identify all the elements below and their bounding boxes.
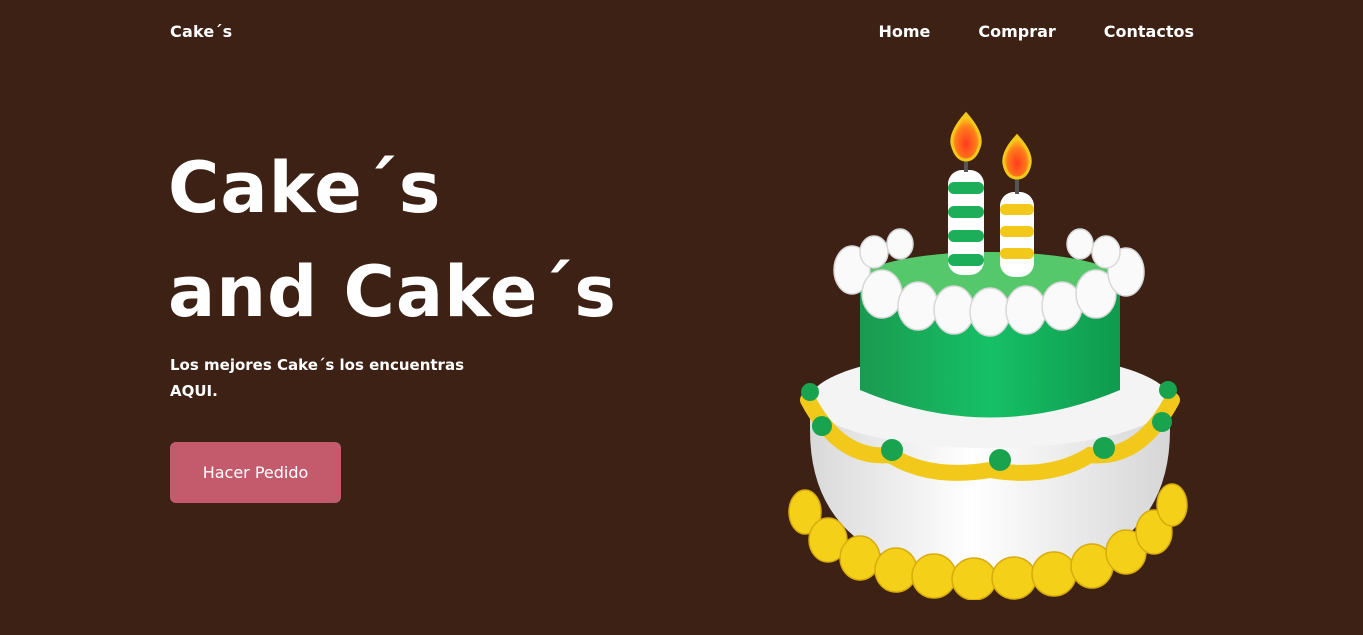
hero-title: Cake´s and Cake´s	[168, 136, 617, 344]
order-button[interactable]: Hacer Pedido	[170, 442, 341, 503]
hero-subtitle-line-1: Los mejores Cake´s los encuentras	[170, 356, 465, 374]
hero-subtitle: Los mejores Cake´s los encuentras AQUI.	[170, 352, 470, 404]
birthday-cake-image	[788, 111, 1188, 600]
nav-home[interactable]: Home	[878, 22, 930, 41]
nav-contactos[interactable]: Contactos	[1104, 22, 1194, 41]
hero-title-line-1: Cake´s	[168, 147, 442, 229]
main-nav: Home Comprar Contactos	[878, 22, 1194, 41]
logo[interactable]: Cake´s	[170, 22, 232, 41]
nav-comprar[interactable]: Comprar	[978, 22, 1055, 41]
hero-subtitle-line-2: AQUI.	[170, 382, 218, 400]
hero-title-line-2: and Cake´s	[168, 251, 617, 333]
